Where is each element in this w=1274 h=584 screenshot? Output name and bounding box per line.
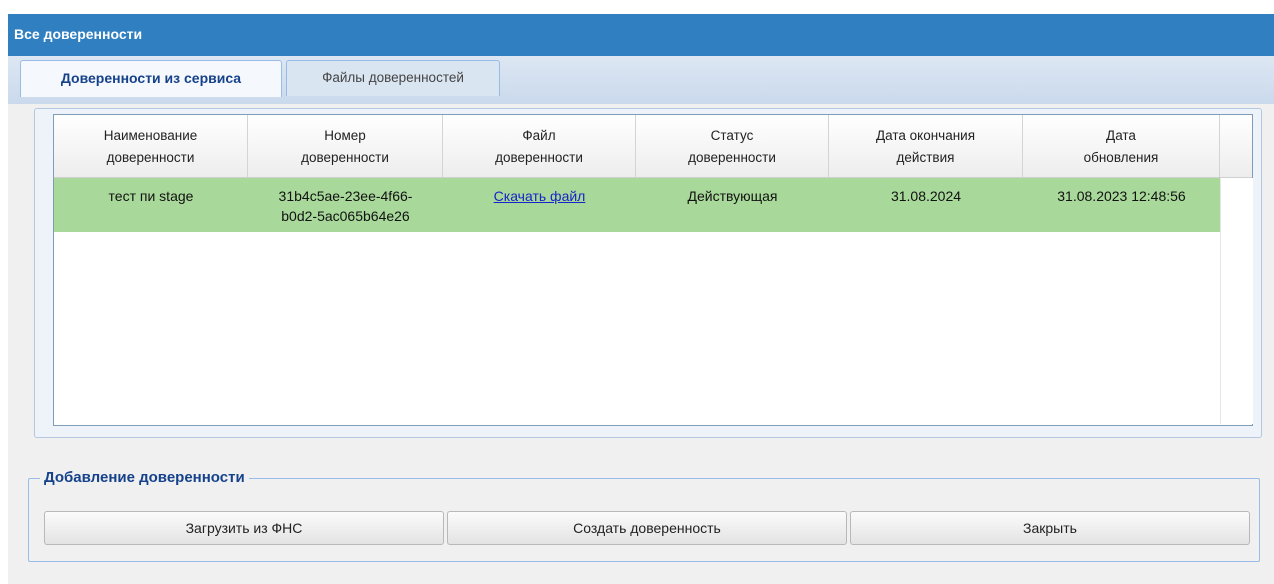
header-number[interactable]: Номер доверенности bbox=[248, 115, 443, 177]
header-name-line2: доверенности bbox=[106, 150, 195, 165]
header-name-line1: Наименование bbox=[103, 128, 198, 143]
header-end-date-line1: Дата окончания bbox=[875, 128, 976, 143]
table-scrollbar[interactable] bbox=[1220, 178, 1253, 424]
header-name[interactable]: Наименование доверенности bbox=[54, 115, 248, 177]
table-row[interactable]: тест пи stage 31b4c5ae-23ee-4f66- b0d2-5… bbox=[54, 178, 1220, 232]
header-updated-line1: Дата bbox=[1106, 128, 1136, 143]
header-status-line1: Статус bbox=[710, 128, 754, 143]
header-updated-line2: обновления bbox=[1083, 150, 1159, 165]
cell-name: тест пи stage bbox=[108, 188, 194, 204]
cell-number-line2: b0d2-5ac065b64e26 bbox=[281, 208, 410, 224]
header-number-line1: Номер bbox=[324, 128, 366, 143]
create-power-button[interactable]: Создать доверенность bbox=[447, 511, 847, 545]
header-file[interactable]: Файл доверенности bbox=[443, 115, 636, 177]
window-title: Все доверенности bbox=[8, 14, 1274, 56]
table-header: Наименование доверенности Номер доверенн… bbox=[54, 115, 1252, 178]
header-file-line2: доверенности bbox=[495, 150, 583, 165]
tab-power-files[interactable]: Файлы доверенностей bbox=[286, 60, 500, 96]
header-status-line2: доверенности bbox=[688, 150, 776, 165]
header-end-date[interactable]: Дата окончания действия bbox=[829, 115, 1023, 177]
header-number-line2: доверенности bbox=[301, 150, 389, 165]
header-updated[interactable]: Дата обновления bbox=[1023, 115, 1220, 177]
tab-strip: Доверенности из сервиса Файлы довереннос… bbox=[8, 56, 1274, 105]
cell-number: 31b4c5ae-23ee-4f66- b0d2-5ac065b64e26 bbox=[248, 178, 443, 232]
header-status[interactable]: Статус доверенности bbox=[636, 115, 829, 177]
cell-updated: 31.08.2023 12:48:56 bbox=[1057, 188, 1186, 204]
load-from-fns-button[interactable]: Загрузить из ФНС bbox=[44, 511, 444, 545]
header-end-date-line2: действия bbox=[896, 150, 955, 165]
download-file-link[interactable]: Скачать файл bbox=[494, 188, 586, 204]
header-file-line1: Файл bbox=[522, 128, 556, 143]
add-power-legend: Добавление доверенности bbox=[40, 469, 249, 486]
tab-service-powers[interactable]: Доверенности из сервиса bbox=[20, 60, 282, 97]
cell-number-line1: 31b4c5ae-23ee-4f66- bbox=[278, 188, 413, 204]
close-button[interactable]: Закрыть bbox=[850, 511, 1250, 545]
cell-file: Скачать файл bbox=[443, 178, 636, 232]
cell-end-date: 31.08.2024 bbox=[890, 188, 962, 204]
powers-table: Наименование доверенности Номер доверенн… bbox=[53, 114, 1253, 426]
cell-status: Действующая bbox=[687, 188, 778, 204]
